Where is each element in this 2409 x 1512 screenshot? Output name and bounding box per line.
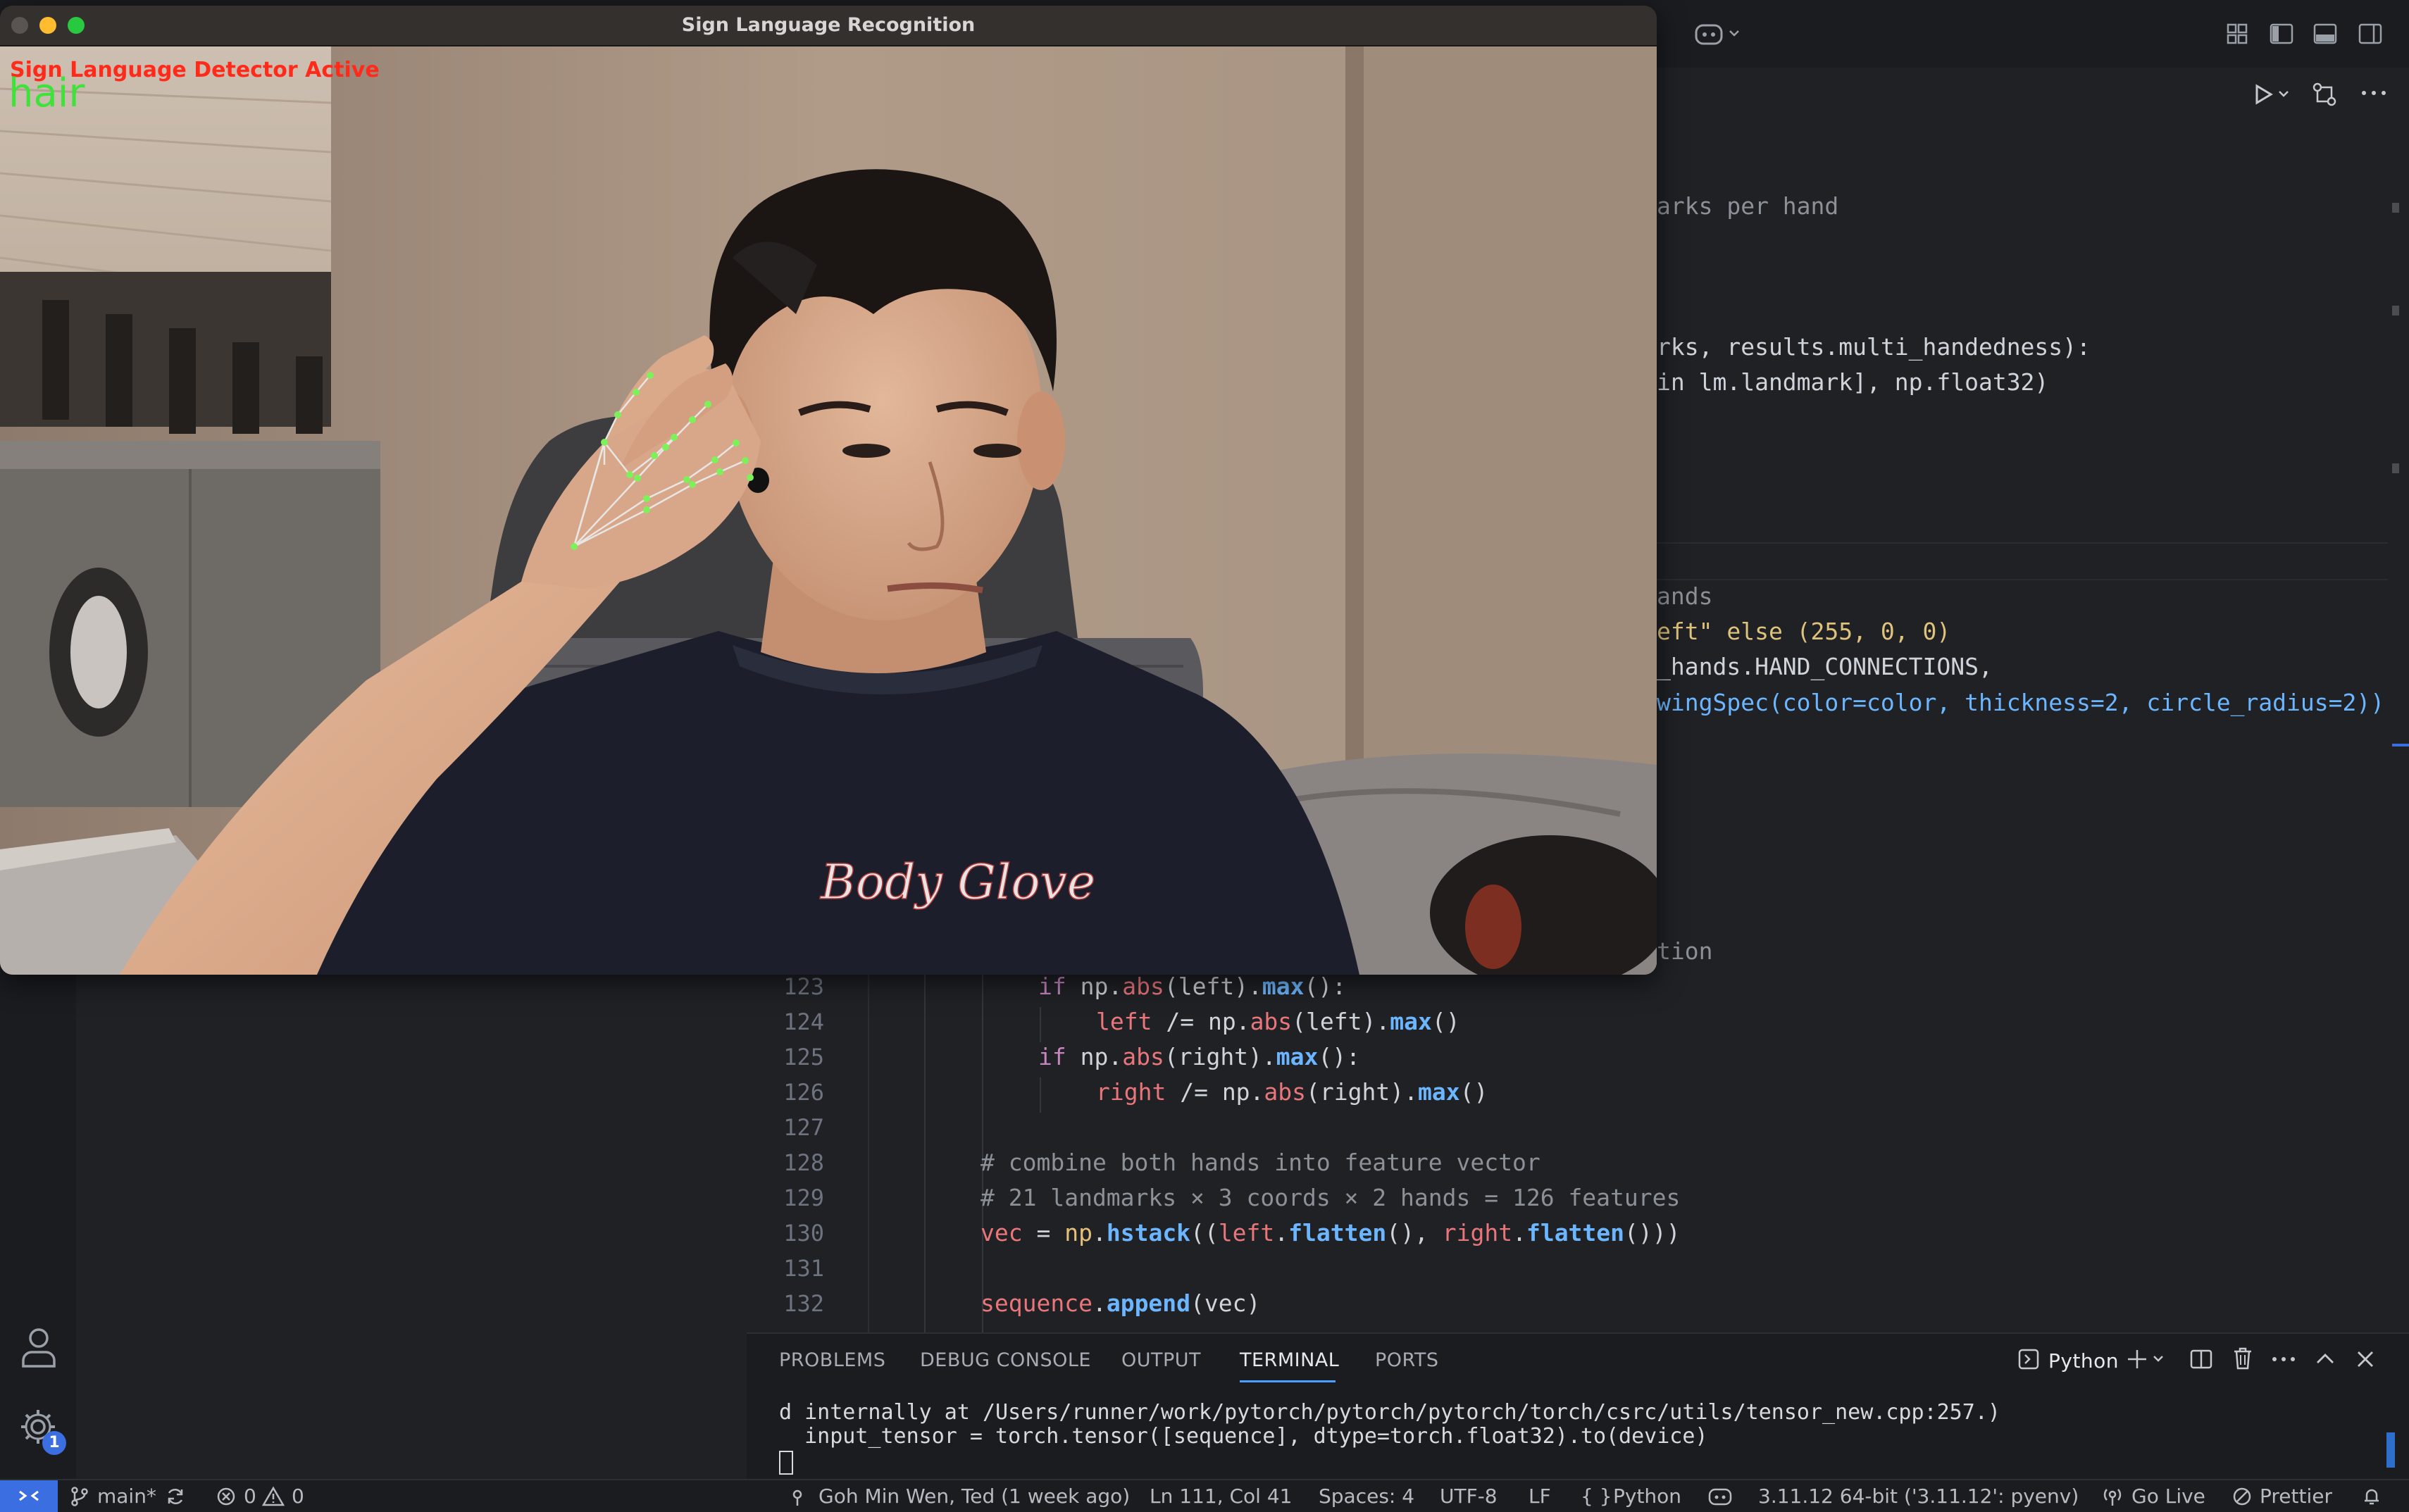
compare-changes-icon[interactable] xyxy=(2310,80,2339,108)
webcam-frame-image: Body Glove xyxy=(0,46,1657,975)
predicted-sign-overlay: hair xyxy=(8,70,85,116)
toggle-secondary-sidebar-icon[interactable] xyxy=(2358,23,2382,45)
terminal-cursor[interactable] xyxy=(779,1451,793,1475)
indent-guide xyxy=(924,972,926,1332)
code-line: if np.abs(right).max(): xyxy=(1038,1043,1361,1070)
accounts-icon[interactable] xyxy=(20,1325,58,1369)
sync-icon[interactable] xyxy=(165,1486,186,1507)
line-number: 132 xyxy=(783,1290,824,1317)
braces-icon: { } xyxy=(1581,1485,1612,1508)
code-line: left /= np.abs(left).max() xyxy=(1096,1008,1460,1035)
terminal-output-line: input_tensor = torch.tensor([sequence], … xyxy=(779,1424,1708,1449)
activity-bar: 1 xyxy=(0,969,76,1479)
indent-guide xyxy=(1040,1077,1041,1113)
shirt-print: Body Glove xyxy=(819,855,1095,911)
code-comment: # combine both hands into feature vector xyxy=(981,1149,1540,1176)
error-count[interactable]: 0 xyxy=(244,1483,256,1510)
code-fragment: arks per hand xyxy=(1657,192,1839,220)
tab-ports[interactable]: PORTS xyxy=(1375,1349,1438,1371)
code-fragment: ands xyxy=(1657,582,1713,610)
gutter-divider xyxy=(868,972,869,1332)
code-fragment: in lm.landmark], np.float32) xyxy=(1657,368,2049,396)
warning-count[interactable]: 0 xyxy=(292,1483,304,1510)
settings-badge: 1 xyxy=(42,1431,66,1455)
tab-debug-console[interactable]: DEBUG CONSOLE xyxy=(920,1349,1091,1371)
panel-more-icon[interactable] xyxy=(2271,1352,2296,1366)
error-icon[interactable] xyxy=(216,1486,237,1507)
editor-toolbar xyxy=(1655,68,2409,124)
kill-terminal-trash-icon[interactable] xyxy=(2231,1347,2254,1370)
remote-icon xyxy=(19,1490,39,1501)
terminal-shell-icon xyxy=(2018,1349,2039,1370)
go-live-button[interactable]: Go Live xyxy=(2131,1483,2205,1510)
code-fragment: tion xyxy=(1657,937,1713,965)
tab-problems[interactable]: PROBLEMS xyxy=(779,1349,885,1371)
line-number: 128 xyxy=(783,1149,824,1176)
indent-guide xyxy=(1040,1007,1041,1042)
source-control-branch-icon xyxy=(71,1487,88,1506)
more-actions-icon[interactable] xyxy=(2360,86,2388,100)
cursor-position[interactable]: Ln 111, Col 41 xyxy=(1150,1483,1292,1510)
notifications-bell-icon[interactable] xyxy=(2361,1486,2382,1507)
customize-layout-icon[interactable] xyxy=(2226,23,2248,45)
tab-terminal[interactable]: TERMINAL xyxy=(1240,1349,1339,1371)
webcam-feed: Body Glove Sign Language Detector Active… xyxy=(0,46,1657,975)
python-interpreter[interactable]: 3.11.12 64-bit ('3.11.12': pyenv) xyxy=(1758,1483,2079,1510)
camera-window-title: Sign Language Recognition xyxy=(681,14,976,36)
copilot-icon[interactable] xyxy=(1693,21,1743,46)
maximize-panel-chevron-up-icon[interactable] xyxy=(2315,1349,2336,1369)
overview-ruler[interactable] xyxy=(2388,124,2409,1332)
close-panel-icon[interactable] xyxy=(2355,1349,2375,1369)
line-number: 126 xyxy=(783,1079,824,1106)
code-comment: # 21 landmarks × 3 coords × 2 hands = 12… xyxy=(981,1184,1681,1211)
remote-indicator[interactable] xyxy=(0,1480,58,1512)
line-number: 124 xyxy=(783,1008,824,1035)
encoding[interactable]: UTF-8 xyxy=(1440,1483,1498,1510)
language-mode[interactable]: Python xyxy=(1613,1483,1681,1510)
go-live-icon xyxy=(2103,1489,2122,1506)
active-tab-indicator xyxy=(1240,1380,1336,1382)
line-number: 129 xyxy=(783,1185,824,1211)
code-line: right /= np.abs(right).max() xyxy=(1096,1078,1488,1106)
prettier-status[interactable]: Prettier xyxy=(2260,1483,2332,1510)
line-number: 130 xyxy=(783,1220,824,1247)
end-of-line[interactable]: LF xyxy=(1529,1483,1551,1510)
camera-window[interactable]: Sign Language Recognition Body Glove Sig… xyxy=(0,6,1657,975)
git-blame[interactable]: Goh Min Wen, Ted (1 week ago) xyxy=(818,1483,1130,1510)
indentation[interactable]: Spaces: 4 xyxy=(1319,1483,1414,1510)
current-line-highlight xyxy=(1655,542,2388,580)
code-line: vec = np.hstack((left.flatten(), right.f… xyxy=(981,1219,1681,1247)
copilot-status-icon[interactable] xyxy=(1707,1486,1733,1507)
git-commit-icon xyxy=(792,1489,802,1506)
bottom-panel: PROBLEMS DEBUG CONSOLE OUTPUT TERMINAL P… xyxy=(747,1332,2409,1480)
line-number: 125 xyxy=(783,1044,824,1070)
toggle-panel-icon[interactable] xyxy=(2313,23,2337,45)
warning-icon[interactable] xyxy=(262,1486,285,1507)
new-terminal-icon[interactable] xyxy=(2127,1348,2171,1370)
camera-window-titlebar[interactable]: Sign Language Recognition xyxy=(0,6,1657,46)
terminal-shell-label[interactable]: Python xyxy=(2048,1349,2119,1373)
run-icon[interactable] xyxy=(2253,82,2295,107)
terminal-output-line: d internally at /Users/runner/work/pytor… xyxy=(779,1400,2000,1425)
split-terminal-icon[interactable] xyxy=(2189,1348,2213,1370)
prettier-check-icon xyxy=(2233,1487,2251,1506)
terminal-scrollbar[interactable] xyxy=(2386,1432,2395,1468)
toggle-primary-sidebar-icon[interactable] xyxy=(2270,23,2293,45)
code-fragment: _hands.HAND_CONNECTIONS, xyxy=(1657,653,1993,680)
code-fragment: eft" else (255, 0, 0) xyxy=(1657,618,1951,645)
code-fragment: rks, results.multi_handedness): xyxy=(1657,333,2091,361)
status-bar: main* 0 0 Goh Min Wen, Ted (1 week ago) … xyxy=(0,1479,2409,1512)
tab-output[interactable]: OUTPUT xyxy=(1121,1349,1201,1371)
line-number: 127 xyxy=(783,1114,824,1141)
branch-name[interactable]: main* xyxy=(97,1483,156,1510)
code-line: sequence.append(vec) xyxy=(981,1289,1261,1317)
code-fragment: wingSpec(color=color, thickness=2, circl… xyxy=(1657,689,2385,716)
line-number: 131 xyxy=(783,1255,824,1282)
